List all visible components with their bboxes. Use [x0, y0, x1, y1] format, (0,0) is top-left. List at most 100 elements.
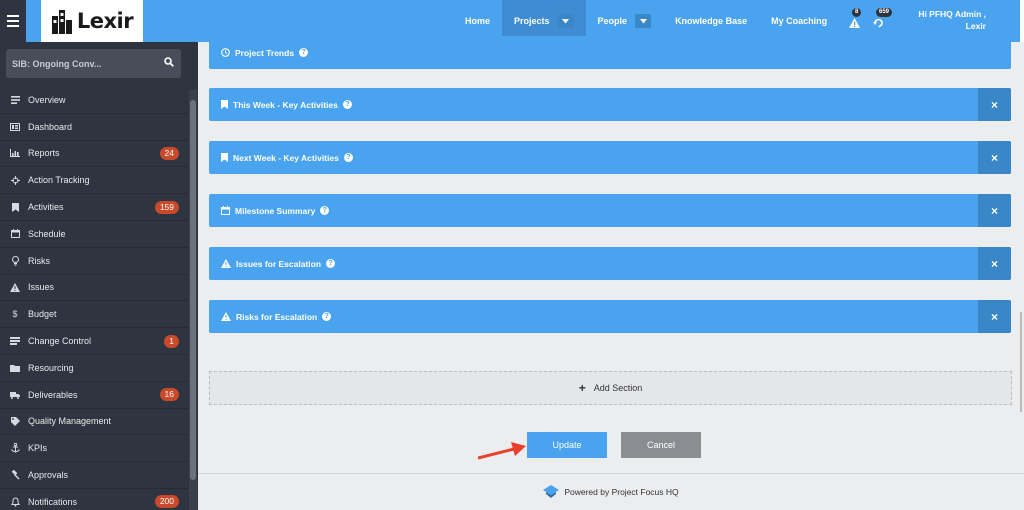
sidebar-item-label: Reports — [28, 148, 60, 159]
sidebar-item-kpis[interactable]: KPIs — [0, 435, 188, 463]
building-logo-icon — [51, 10, 72, 34]
sidebar-item-approvals[interactable]: Approvals — [0, 462, 188, 489]
sidebar-item-budget[interactable]: $ Budget — [0, 301, 188, 329]
notifications-button[interactable]: 659 — [871, 8, 893, 30]
deliverables-count-badge: 16 — [159, 388, 179, 402]
topbar-edge — [1020, 0, 1024, 42]
remove-section-button[interactable]: × — [978, 141, 1011, 174]
add-section-label: Add Section — [593, 383, 643, 393]
lightbulb-icon — [9, 255, 21, 267]
sidebar-item-label: Quality Management — [28, 416, 112, 427]
change-icon — [9, 335, 21, 347]
sidebar-item-resourcing[interactable]: Resourcing — [0, 355, 188, 382]
projects-dropdown-icon[interactable] — [557, 14, 574, 28]
main-scrollbar[interactable] — [1020, 312, 1022, 412]
change-control-count-badge: 1 — [164, 334, 179, 348]
calendar-icon — [9, 228, 21, 240]
people-dropdown-icon[interactable] — [635, 14, 652, 28]
list-icon — [9, 94, 21, 106]
sidebar-item-label: Activities — [28, 202, 64, 213]
sidebar-item-overview[interactable]: Overview — [0, 87, 188, 114]
greeting-org: Lexir — [965, 21, 986, 31]
warning-icon — [849, 18, 860, 28]
clock-icon — [221, 48, 230, 57]
help-icon[interactable]: ? — [342, 100, 352, 109]
section-risks-escalation[interactable]: Risks for Escalation ? × — [209, 300, 1011, 333]
sidebar-scrollbar[interactable] — [189, 90, 197, 510]
alert-area: 8 659 — [847, 8, 893, 30]
sidebar-item-deliverables[interactable]: Deliverables 16 — [0, 382, 188, 409]
sidebar-scroll-thumb[interactable] — [190, 100, 196, 480]
refresh-icon — [873, 18, 883, 28]
sidebar-item-quality-management[interactable]: Quality Management — [0, 409, 188, 436]
help-icon[interactable]: ? — [322, 312, 332, 321]
user-greeting[interactable]: Hi PFHQ Admin , Lexir — [906, 8, 986, 32]
dashboard-icon — [9, 121, 21, 133]
help-icon[interactable]: ? — [326, 259, 336, 268]
section-title: Risks for Escalation — [236, 311, 318, 322]
sidebar-item-issues[interactable]: Issues — [0, 275, 188, 302]
sidebar-item-label: Risks — [28, 255, 50, 266]
main-content: Project Trends ? This Week - Key Activit… — [198, 36, 1024, 510]
help-icon[interactable]: ? — [299, 48, 309, 57]
sidebar-item-label: Approvals — [28, 470, 69, 481]
section-milestone-summary[interactable]: Milestone Summary ? × — [209, 194, 1011, 227]
nav-people-label: People — [597, 16, 628, 26]
help-icon[interactable]: ? — [343, 153, 353, 162]
anchor-icon — [9, 442, 21, 454]
section-next-week[interactable]: Next Week - Key Activities ? × — [209, 141, 1011, 174]
sidebar-menu: Overview Dashboard Reports 24 Action Tra… — [0, 87, 188, 510]
sidebar-item-label: Issues — [28, 282, 55, 293]
sidebar-item-label: Change Control — [28, 336, 92, 347]
warning-icon — [221, 312, 231, 321]
sidebar-item-dashboard[interactable]: Dashboard — [0, 114, 188, 141]
gavel-icon — [9, 469, 21, 481]
activities-count-badge: 159 — [154, 200, 179, 214]
bar-chart-icon — [9, 147, 21, 159]
alerts-button[interactable]: 8 — [847, 8, 865, 30]
app-logo[interactable]: Lexir — [41, 0, 143, 42]
add-section-button[interactable]: + Add Section — [209, 371, 1012, 405]
section-title: Milestone Summary — [235, 205, 316, 216]
sidebar-item-activities[interactable]: Activities 159 — [0, 194, 188, 221]
bell-icon — [9, 496, 21, 508]
warning-icon — [9, 281, 21, 293]
section-title: Project Trends — [235, 47, 295, 58]
sidebar-item-label: Dashboard — [28, 121, 73, 132]
update-button[interactable]: Update — [527, 432, 607, 458]
project-focus-logo-icon — [543, 485, 560, 498]
folder-icon — [9, 362, 21, 374]
sidebar-item-risks[interactable]: Risks — [0, 248, 188, 275]
help-icon[interactable]: ? — [320, 206, 330, 215]
hamburger-menu-icon[interactable] — [0, 0, 26, 42]
alerts-count-badge: 8 — [852, 8, 862, 17]
sidebar-item-label: Resourcing — [28, 362, 74, 373]
truck-icon — [9, 389, 21, 401]
section-project-trends[interactable]: Project Trends ? — [209, 36, 1011, 69]
bookmark-icon — [9, 201, 21, 213]
remove-section-button[interactable]: × — [978, 300, 1011, 333]
calendar-icon — [221, 206, 230, 215]
dollar-icon: $ — [12, 309, 18, 320]
sidebar-item-change-control[interactable]: Change Control 1 — [0, 328, 188, 355]
search-icon[interactable] — [164, 57, 174, 67]
section-this-week[interactable]: This Week - Key Activities ? × — [209, 88, 1011, 121]
remove-section-button[interactable]: × — [978, 88, 1011, 121]
sidebar-item-label: Deliverables — [28, 389, 78, 400]
sidebar-item-label: Action Tracking — [28, 175, 90, 186]
sidebar-item-label: Overview — [28, 94, 66, 105]
sidebar: SIB: Ongoing Conv... Overview Dashboard … — [0, 42, 198, 510]
sidebar-item-schedule[interactable]: Schedule — [0, 221, 188, 248]
reports-count-badge: 24 — [159, 146, 179, 160]
section-title: This Week - Key Activities — [233, 99, 338, 110]
cancel-button[interactable]: Cancel — [621, 432, 701, 458]
sidebar-item-reports[interactable]: Reports 24 — [0, 141, 188, 168]
sidebar-item-action-tracking[interactable]: Action Tracking — [0, 167, 188, 195]
sidebar-item-notifications[interactable]: Notifications 200 — [0, 489, 188, 510]
footer-text: Powered by Project Focus HQ — [564, 487, 679, 497]
remove-section-button[interactable]: × — [978, 194, 1011, 227]
section-issues-escalation[interactable]: Issues for Escalation ? × — [209, 247, 1011, 280]
nav-projects-label: Projects — [514, 16, 550, 26]
project-search[interactable]: SIB: Ongoing Conv... — [6, 49, 181, 78]
remove-section-button[interactable]: × — [978, 247, 1011, 280]
